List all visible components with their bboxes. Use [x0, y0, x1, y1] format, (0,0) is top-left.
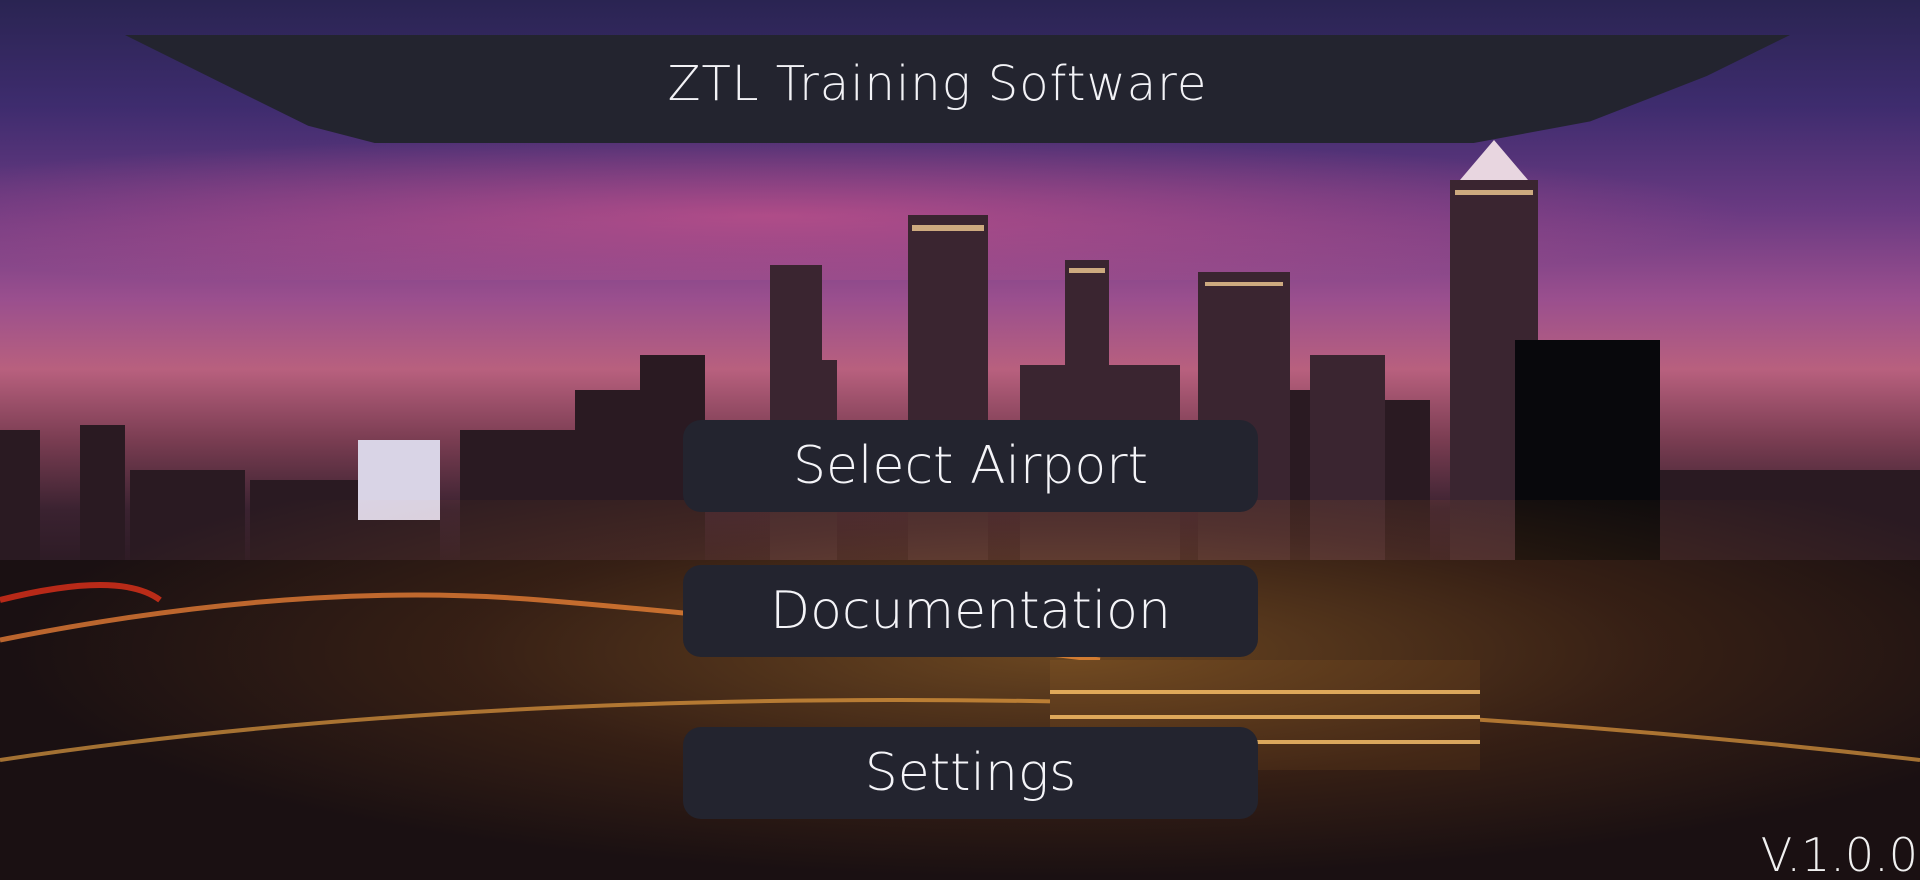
select-airport-button[interactable]: Select Airport	[683, 420, 1258, 512]
app-title: ZTL Training Software	[667, 56, 1208, 112]
documentation-button[interactable]: Documentation	[683, 565, 1258, 657]
version-label: V.1.0.0	[1760, 828, 1918, 880]
settings-button[interactable]: Settings	[683, 727, 1258, 819]
city-lights-glow	[0, 500, 1920, 880]
main-menu-screen: ZTL Training Software Select Airport Doc…	[0, 0, 1920, 880]
title-banner: ZTL Training Software	[125, 35, 1790, 143]
